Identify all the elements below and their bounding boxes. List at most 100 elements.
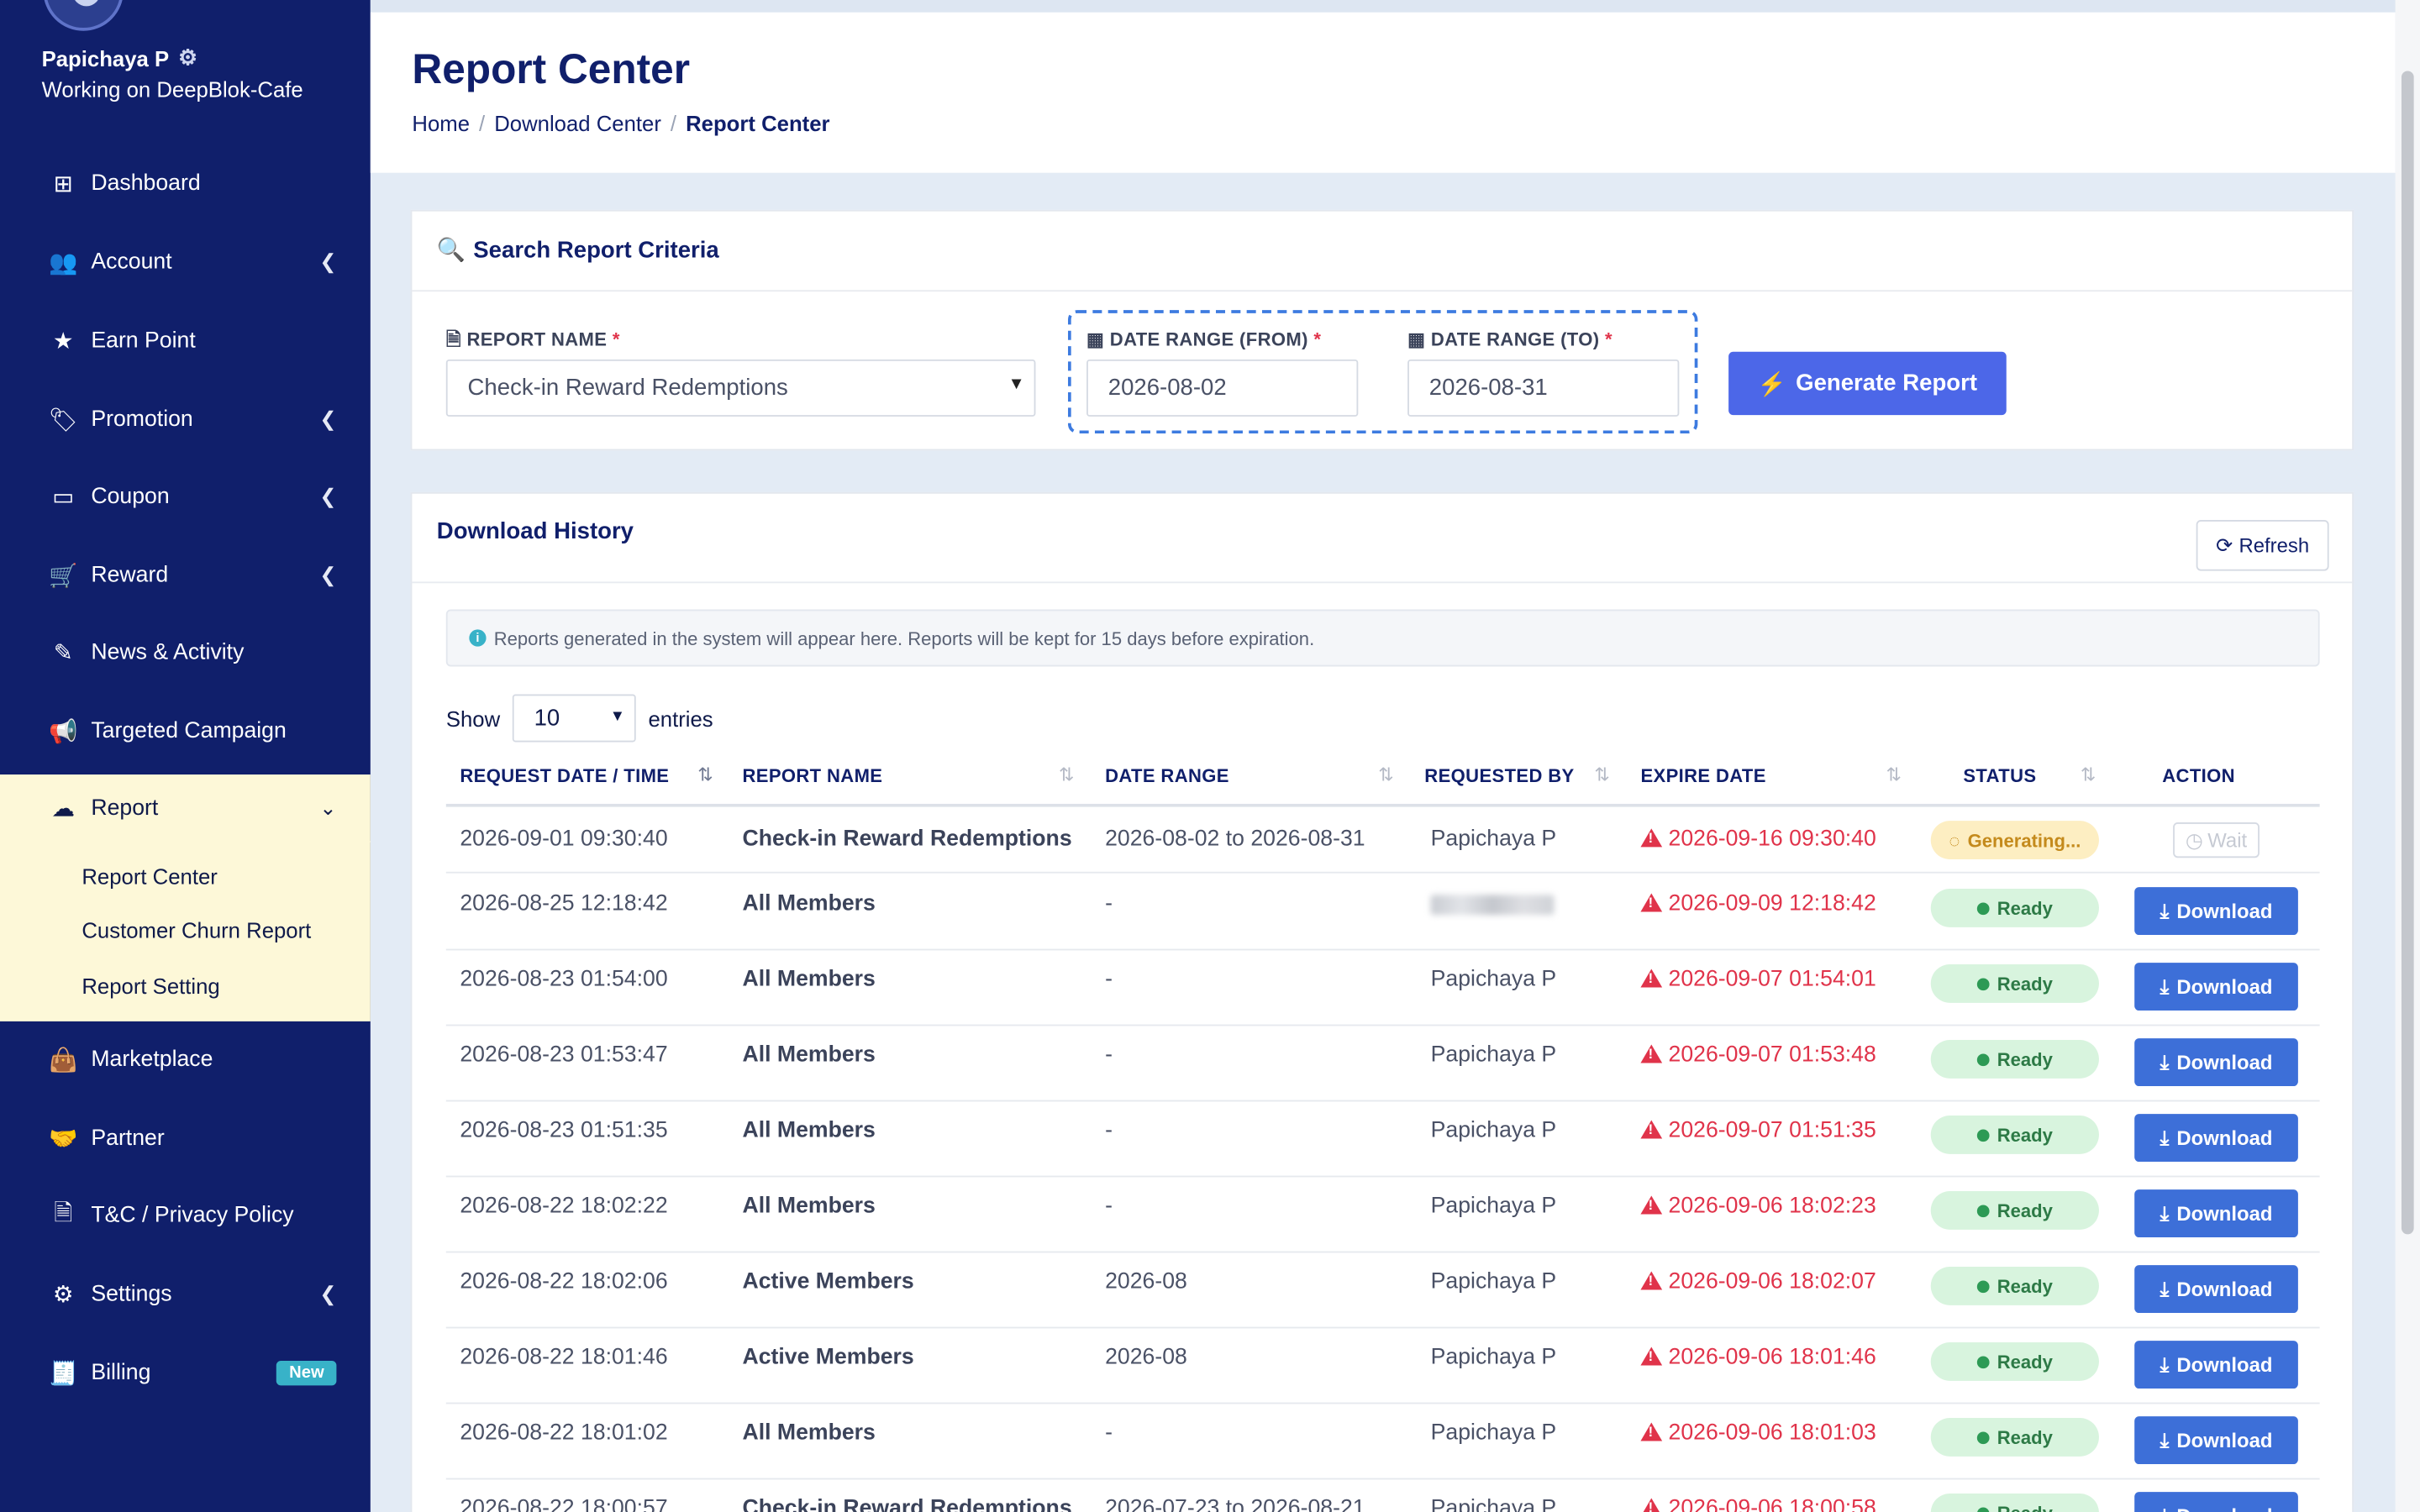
scrollbar-thumb[interactable]	[2401, 71, 2414, 1235]
download-button[interactable]: ⤓Download	[2134, 1492, 2298, 1512]
status-text: Generating...	[1967, 829, 2081, 851]
sidebar-item-coupon[interactable]: ▭ Coupon ❮	[0, 463, 371, 531]
status-badge-ready: Ready	[1930, 1493, 2099, 1512]
sidebar-item-report[interactable]: ☁ Report ⌄	[0, 774, 371, 843]
chevron-left-icon: ❮	[319, 1282, 337, 1305]
download-button[interactable]: ⤓Download	[2134, 1416, 2298, 1465]
status-text: Ready	[1996, 1124, 2053, 1146]
download-label: Download	[2176, 1050, 2273, 1074]
sidebar-item-marketplace[interactable]: 👜 Marketplace	[0, 1026, 371, 1094]
download-icon: ⤓	[2160, 1352, 2170, 1376]
gear-icon[interactable]: ⚙	[178, 45, 197, 71]
sidebar-item-billing[interactable]: 🧾 Billing New	[0, 1339, 371, 1407]
cell-expire-date: 2026-09-06 18:02:07	[1640, 1270, 1876, 1294]
sidebar-item-targeted-campaign[interactable]: 📢 Targeted Campaign	[0, 697, 371, 765]
warning-icon	[1640, 1195, 1663, 1215]
cell-requested-by: Papichaya P	[1430, 967, 1557, 993]
workspace-label: Working on DeepBlok-Cafe	[41, 76, 303, 102]
sidebar-item-label: Marketplace	[91, 1047, 213, 1073]
sidebar-item-settings[interactable]: ⚙ Settings ❮	[0, 1261, 371, 1329]
download-button[interactable]: ⤓Download	[2134, 1341, 2298, 1389]
col-expire-date[interactable]: EXPIRE DATE	[1640, 765, 1765, 787]
breadcrumb-home[interactable]: Home	[412, 111, 470, 135]
required-mark: *	[1604, 328, 1612, 350]
breadcrumb-download-center[interactable]: Download Center	[494, 111, 661, 135]
subnav-customer-churn-report[interactable]: Customer Churn Report	[82, 918, 311, 942]
entries-select[interactable]: 10 ▼	[512, 694, 636, 743]
download-label: Download	[2176, 899, 2273, 923]
download-label: Download	[2176, 1352, 2273, 1377]
sidebar-item-promotion[interactable]: 🏷 Promotion ❮	[0, 386, 371, 454]
download-button[interactable]: ⤓Download	[2134, 1114, 2298, 1163]
table-row: 2026-09-01 09:30:40 Check-in Reward Redem…	[445, 806, 2320, 874]
sort-icon[interactable]: ⇅	[1378, 764, 1393, 785]
col-request-date[interactable]: REQUEST DATE / TIME	[460, 765, 669, 787]
table-row: 2026-08-22 18:01:46 Active Members 2026-08…	[445, 1328, 2320, 1404]
sidebar-item-partner[interactable]: 🤝 Partner	[0, 1105, 371, 1173]
sidebar-item-reward[interactable]: 🛒 Reward ❮	[0, 542, 371, 610]
sidebar-item-news-activity[interactable]: ✎ News & Activity	[0, 619, 371, 687]
date-to-input[interactable]: 2026-08-31	[1407, 359, 1680, 417]
date-range-highlight: ▦ DATE RANGE (FROM) * 2026-08-02 ▦ DATE …	[1068, 310, 1698, 434]
col-status[interactable]: STATUS	[1963, 765, 2036, 787]
spinner-icon: ◌	[1949, 829, 1960, 851]
cell-request-date: 2026-08-23 01:54:00	[460, 967, 668, 993]
sort-icon[interactable]: ⇅	[2081, 764, 2096, 785]
cell-request-date: 2026-08-23 01:53:47	[460, 1042, 668, 1068]
sort-icon[interactable]: ⇅	[1594, 764, 1609, 785]
info-text: Reports generated in the system will app…	[493, 627, 1315, 649]
entries-label: entries	[648, 706, 713, 731]
sidebar-item-earn-point[interactable]: ★ Earn Point	[0, 307, 371, 375]
col-requested-by[interactable]: REQUESTED BY	[1424, 765, 1574, 787]
avatar[interactable]	[43, 0, 124, 31]
subnav-report-center[interactable]: Report Center	[82, 864, 218, 889]
cell-request-date: 2026-08-22 18:01:02	[460, 1420, 668, 1446]
report-name-label: 🗎 REPORT NAME *	[446, 326, 620, 359]
download-icon: ⤓	[2160, 1276, 2170, 1300]
generate-report-button[interactable]: ⚡ Generate Report	[1728, 351, 2007, 416]
sidebar-item-tnc-privacy[interactable]: 🗎 T&C / Privacy Policy	[0, 1182, 371, 1250]
cell-expire-date: 2026-09-06 18:01:46	[1640, 1346, 1876, 1370]
status-text: Ready	[1996, 1048, 2053, 1070]
sort-desc-icon[interactable]: ⇅	[697, 764, 713, 785]
page-header: Report Center Home / Download Center / R…	[370, 12, 2396, 173]
status-badge-ready: Ready	[1930, 1115, 2099, 1154]
refresh-icon: ⟳	[2216, 533, 2233, 557]
status-badge-generating: ◌ Generating...	[1930, 821, 2099, 860]
refresh-button[interactable]: ⟳ Refresh	[2196, 519, 2329, 571]
subnav-report-setting[interactable]: Report Setting	[82, 974, 219, 998]
expire-date-text: 2026-09-16 09:30:40	[1668, 827, 1876, 852]
warning-icon	[1640, 1498, 1663, 1512]
entries-value: 10	[534, 705, 560, 732]
download-icon: ⤓	[2160, 1049, 2170, 1074]
user-name-text: Papichaya P	[41, 45, 170, 71]
expire-date-text: 2026-09-07 01:54:01	[1668, 967, 1876, 993]
download-button[interactable]: ⤓Download	[2134, 1189, 2298, 1238]
col-report-name[interactable]: REPORT NAME	[742, 765, 882, 787]
expire-date-text: 2026-09-09 12:18:42	[1668, 891, 1876, 917]
sort-icon[interactable]: ⇅	[1886, 764, 1901, 785]
status-text: Ready	[1996, 1426, 2053, 1448]
sidebar-item-account[interactable]: 👥 Account ❮	[0, 228, 371, 297]
report-name-select[interactable]: Check-in Reward Redemptions ▼	[445, 359, 1036, 417]
breadcrumb: Home / Download Center / Report Center	[412, 111, 829, 135]
warning-icon	[1640, 1044, 1663, 1063]
status-dot	[1976, 1355, 1990, 1368]
date-from-input[interactable]: 2026-08-02	[1086, 359, 1359, 417]
warning-icon	[1640, 1422, 1663, 1441]
status-dot	[1976, 901, 1990, 915]
sort-icon[interactable]: ⇅	[1059, 764, 1074, 785]
page-scrollbar[interactable]	[2395, 0, 2420, 1512]
col-date-range[interactable]: DATE RANGE	[1105, 765, 1229, 787]
calendar-icon: ▦	[1086, 328, 1105, 350]
search-criteria-card: 🔍 Search Report Criteria 🗎 REPORT NAME * …	[410, 209, 2354, 451]
sidebar-item-dashboard[interactable]: ⊞ Dashboard	[0, 150, 371, 218]
download-button[interactable]: ⤓Download	[2134, 963, 2298, 1011]
download-button[interactable]: ⤓Download	[2134, 1038, 2298, 1087]
tag-icon: 🏷	[48, 407, 78, 434]
bolt-icon: ⚡	[1757, 370, 1787, 397]
status-badge-ready: Ready	[1930, 1341, 2099, 1381]
sidebar-item-label: Report	[91, 795, 159, 822]
download-button[interactable]: ⤓Download	[2134, 887, 2298, 936]
download-button[interactable]: ⤓Download	[2134, 1265, 2298, 1314]
